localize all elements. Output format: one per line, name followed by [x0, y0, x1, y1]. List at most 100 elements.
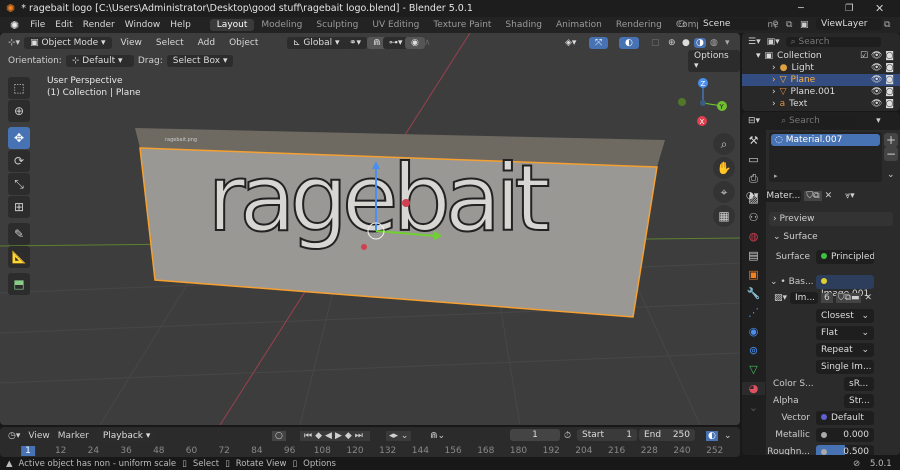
unlink-icon[interactable]: ✕ [825, 191, 833, 201]
tab-texture-paint[interactable]: Texture Paint [426, 19, 498, 31]
metallic-field[interactable]: 0.000 [816, 428, 874, 442]
pivot-icon[interactable]: ⚭▾ [343, 36, 368, 49]
timeline-menu-playback[interactable]: Playback ▾ [96, 430, 157, 442]
outliner-item-text[interactable]: › a Text 👁 ◙ [742, 98, 900, 110]
start-frame-field[interactable]: Start 1 [577, 429, 637, 441]
collection-tab-icon[interactable]: ▤ [748, 249, 758, 262]
falloff-icon[interactable]: ∧ [424, 38, 431, 48]
interpolation-dropdown[interactable]: Closest ⌄ [816, 309, 874, 323]
move-tool-icon[interactable]: ✥ [8, 127, 30, 149]
pin-icon[interactable]: ⚲ [772, 20, 779, 30]
blender-menu-icon[interactable]: ✺ [4, 19, 25, 32]
3d-viewport[interactable]: ragebait.png ragebait User Perspective (… [0, 33, 740, 425]
surface-shader-field[interactable]: Principled... [816, 250, 874, 264]
menu-file[interactable]: File [25, 20, 50, 30]
shading-options-icon[interactable]: ▾ [725, 38, 730, 48]
color-space-dropdown[interactable]: sR... [844, 377, 874, 391]
image-name-field[interactable]: Im... [790, 292, 819, 304]
expand-icon[interactable]: ▸ [774, 172, 778, 180]
viewlayer-field[interactable]: ViewLayer [816, 18, 882, 30]
scale-tool-icon[interactable]: ⤡ [8, 173, 30, 195]
properties-options-icon[interactable]: ▾ [876, 116, 881, 126]
maximize-button[interactable]: ❐ [845, 3, 854, 14]
cursor-tool-icon[interactable]: ⊕ [8, 100, 30, 122]
material-browse-icon[interactable]: ◑▾ [746, 191, 758, 201]
material-name-field[interactable]: Mater... [761, 190, 802, 202]
stopwatch-icon[interactable]: ⏱ [564, 431, 571, 441]
preview-panel-header[interactable]: › Preview [769, 212, 893, 226]
timeline-menu-view[interactable]: View [28, 431, 49, 441]
tab-uv-editing[interactable]: UV Editing [365, 19, 426, 31]
filter-icon[interactable]: ▣▾ [767, 37, 780, 47]
pan-view-icon[interactable]: ✋ [713, 157, 735, 179]
drag-dropdown[interactable]: Select Box ▾ [166, 54, 234, 67]
slot-menu-icon[interactable]: ⌄ [887, 170, 895, 180]
menu-edit[interactable]: Edit [50, 20, 77, 30]
measure-tool-icon[interactable]: 📐 [8, 246, 30, 268]
physics-tab-icon[interactable]: ◉ [749, 325, 759, 338]
properties-editor-type-icon[interactable]: ⊟▾ [748, 116, 760, 126]
playback-controls[interactable]: ⏮◆◀▶◆⏭ [300, 431, 370, 441]
extension-dropdown[interactable]: Repeat ⌄ [816, 343, 874, 357]
tab-sculpting[interactable]: Sculpting [309, 19, 365, 31]
gizmo-toggle-icon[interactable]: ⤧ [589, 36, 609, 49]
data-tab-icon[interactable]: ▽ [749, 363, 757, 376]
object-tab-icon[interactable]: ▣ [748, 268, 758, 281]
constraints-tab-icon[interactable]: ⊚ [749, 344, 758, 357]
options-dropdown[interactable]: Options ▾ [688, 49, 740, 72]
more-tabs-icon[interactable]: ⌄ [749, 401, 758, 414]
shading-material-icon[interactable]: ◑ [694, 37, 706, 48]
output-tab-icon[interactable]: ⎙ [749, 172, 758, 186]
menu-add[interactable]: Add [193, 38, 220, 48]
menu-select[interactable]: Select [151, 38, 189, 48]
world-tab-icon[interactable]: ◍ [749, 230, 759, 243]
new-viewlayer-icon[interactable]: ⧉ [884, 20, 890, 30]
shading-rendered-icon[interactable]: ◍ [710, 38, 718, 48]
image-users-count[interactable]: 6 [821, 293, 833, 303]
transform-orientation-dropdown[interactable]: ⊾ Global ▾ [287, 36, 346, 49]
projection-dropdown[interactable]: Flat ⌄ [816, 326, 874, 340]
tab-rendering[interactable]: Rendering [609, 19, 669, 31]
tool-tab-icon[interactable]: ⚒ [749, 134, 759, 147]
material-tab-icon[interactable]: ◕ [742, 382, 765, 395]
image-browse-icon[interactable]: ▨▾ [774, 293, 787, 303]
scene-selector-icon[interactable]: ⚇ [678, 20, 686, 30]
node-tree-icon[interactable]: ⩔▾ [845, 191, 855, 201]
navigation-gizmo[interactable]: Z Y X [675, 73, 735, 133]
zoom-view-icon[interactable]: ⌕ [713, 133, 735, 155]
transform-tool-icon[interactable]: ⊞ [8, 196, 30, 218]
outliner-item-plane[interactable]: › ▽ Plane 👁 ◙ [742, 74, 900, 86]
menu-window[interactable]: Window [120, 20, 166, 30]
surface-panel-header[interactable]: ⌄ Surface [769, 230, 893, 244]
menu-render[interactable]: Render [78, 20, 120, 30]
menu-object[interactable]: Object [224, 38, 263, 48]
snap-keys-icon[interactable]: ⋒⌄ [430, 431, 445, 441]
scene-field[interactable]: Scene [698, 18, 768, 30]
render-tab-icon[interactable]: ▭ [748, 153, 758, 166]
xray-icon[interactable]: ▢ [651, 38, 660, 48]
sync-icon[interactable]: ◐ [706, 431, 718, 441]
close-button[interactable]: ✕ [875, 2, 884, 15]
current-frame-field[interactable]: 1 [510, 429, 560, 441]
properties-search[interactable]: ⌕ Search [776, 115, 857, 127]
fake-user-icon[interactable]: ⛉⧉ [804, 191, 822, 201]
minimize-button[interactable]: ─ [798, 3, 804, 14]
orientation-dropdown[interactable]: ⊹ Default ▾ [65, 54, 134, 67]
tab-shading[interactable]: Shading [498, 19, 549, 31]
tab-animation[interactable]: Animation [549, 19, 609, 31]
base-color-label[interactable]: ⌄ • Bas... [770, 277, 814, 287]
keyframe-nav-icon[interactable]: ◂▸ ⌄ [386, 431, 412, 441]
material-slot-item[interactable]: ◌ Material.007 [771, 134, 880, 146]
end-frame-field[interactable]: End 250 [639, 429, 695, 441]
outliner-item-plane-001[interactable]: › ▽ Plane.001 👁 ◙ [742, 86, 900, 98]
image-actions-icon[interactable]: ⛉⧉▬ [835, 293, 862, 303]
viewlayer-icon[interactable]: ▣ [800, 20, 809, 30]
add-cube-tool-icon[interactable]: ⬒ [8, 273, 30, 295]
camera-view-icon[interactable]: ⌖ [713, 181, 735, 203]
ortho-toggle-icon[interactable]: ▦ [713, 205, 735, 227]
outliner-item-light[interactable]: › ● Light 👁 ◙ [742, 62, 900, 74]
timeline-menu-marker[interactable]: Marker [58, 431, 89, 441]
tab-layout[interactable]: Layout [209, 19, 255, 31]
alpha-dropdown[interactable]: Str... [844, 394, 874, 408]
roughness-slider[interactable]: 0.500 [816, 445, 874, 455]
